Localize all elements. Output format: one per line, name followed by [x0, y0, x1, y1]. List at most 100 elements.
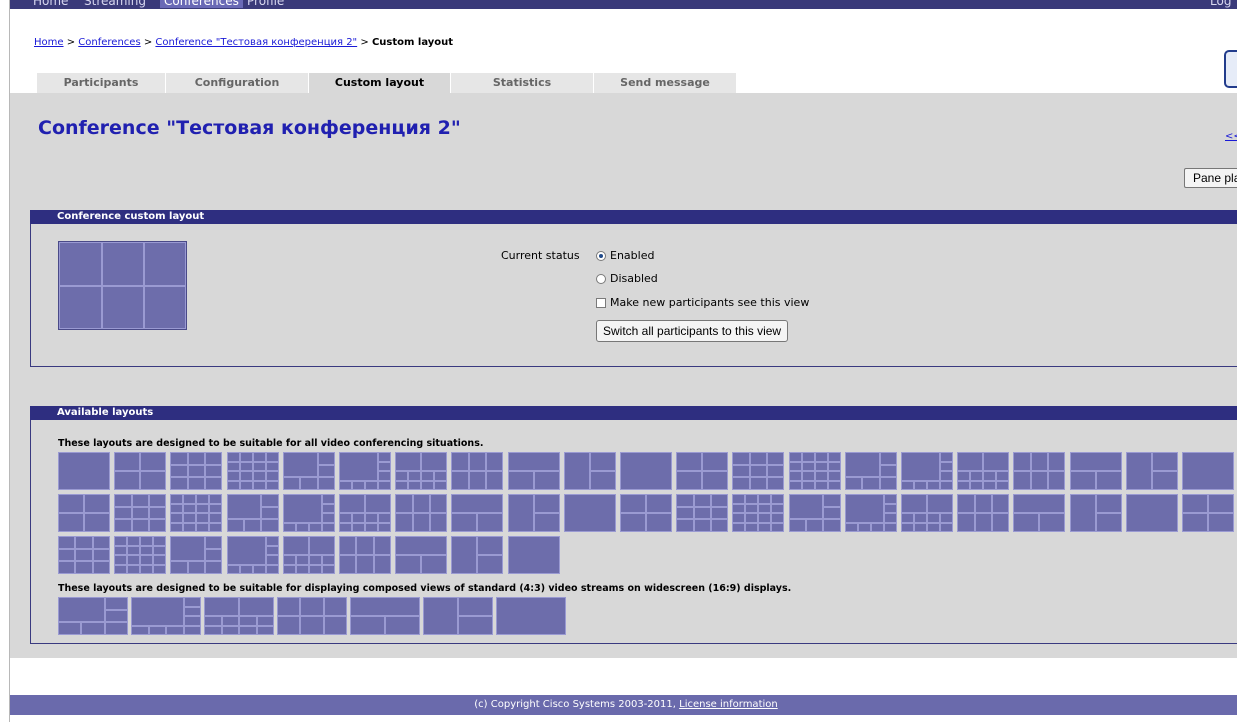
layout-thumbnail[interactable]	[496, 597, 566, 635]
status-disabled-option[interactable]: Disabled	[596, 272, 658, 285]
layout-thumbnail[interactable]	[58, 597, 128, 635]
layout-thumbnail[interactable]	[170, 536, 223, 574]
help-icon[interactable]	[1224, 50, 1237, 88]
layout-thumbnail[interactable]	[1013, 452, 1066, 490]
layout-thumbnail[interactable]	[563, 452, 616, 490]
layout-thumbnail[interactable]	[395, 452, 448, 490]
tab-configuration[interactable]: Configuration	[166, 73, 309, 93]
layout-thumbnail[interactable]	[204, 597, 274, 635]
layout-thumbnail[interactable]	[395, 536, 448, 574]
license-link[interactable]: License information	[679, 699, 778, 710]
layout-thumbnail[interactable]	[507, 494, 560, 532]
layout-thumbnail[interactable]	[620, 452, 672, 490]
nav-conferences[interactable]: Conferences	[160, 0, 243, 8]
breadcrumb-conference[interactable]: Conference "Тестовая конференция 2"	[155, 37, 357, 48]
nav-home[interactable]: Home	[33, 0, 68, 8]
layout-thumbnail[interactable]	[901, 494, 953, 532]
layout-thumbnail[interactable]	[339, 536, 391, 574]
layout-thumbnail[interactable]	[901, 452, 953, 490]
layout-thumbnail[interactable]	[282, 536, 335, 574]
layout-thumbnail[interactable]	[170, 452, 223, 490]
nav-streaming[interactable]: Streaming	[84, 0, 146, 8]
current-layout-preview[interactable]	[58, 241, 187, 330]
layout-thumbnail[interactable]	[732, 452, 785, 490]
layout-pane[interactable]	[144, 242, 186, 286]
breadcrumb-home[interactable]: Home	[34, 37, 64, 48]
disabled-radio[interactable]	[596, 274, 606, 284]
layout-thumbnail[interactable]	[451, 452, 504, 490]
switch-all-participants-button[interactable]: Switch all participants to this view	[596, 320, 789, 342]
layout-thumbnail[interactable]	[1182, 494, 1234, 532]
layout-pane[interactable]	[144, 286, 186, 329]
layout-thumbnail[interactable]	[1069, 494, 1122, 532]
layout-thumbnail[interactable]	[788, 452, 841, 490]
layout-pane	[901, 522, 914, 532]
layout-thumbnail[interactable]	[131, 597, 201, 635]
layout-thumbnail[interactable]	[451, 494, 504, 532]
layout-thumbnail[interactable]	[339, 494, 391, 532]
tab-custom-layout[interactable]: Custom layout	[309, 73, 451, 93]
layout-thumbnail[interactable]	[58, 494, 110, 532]
layout-thumbnail[interactable]	[58, 452, 110, 490]
layout-thumbnail[interactable]	[339, 452, 391, 490]
layout-thumbnail[interactable]	[277, 597, 347, 635]
new-participants-option[interactable]: Make new participants see this view	[596, 296, 809, 309]
layout-thumbnail[interactable]	[676, 494, 729, 532]
tab-participants[interactable]: Participants	[37, 73, 166, 93]
layout-thumbnail[interactable]	[1013, 494, 1066, 532]
layout-pane	[801, 452, 815, 462]
layout-thumbnail[interactable]	[226, 536, 279, 574]
layout-pane	[693, 494, 711, 507]
breadcrumb-conferences[interactable]: Conferences	[78, 37, 140, 48]
layout-pane	[378, 452, 391, 462]
layout-thumbnail[interactable]	[563, 494, 616, 532]
layout-thumbnail[interactable]	[844, 494, 897, 532]
logout-link[interactable]: Log ou	[1210, 0, 1237, 9]
layout-thumbnail[interactable]	[170, 494, 223, 532]
status-enabled-option[interactable]: Enabled	[596, 249, 654, 262]
layout-thumbnail[interactable]	[507, 536, 560, 574]
layout-thumbnail[interactable]	[957, 494, 1010, 532]
layout-pane	[1013, 513, 1040, 532]
layout-thumbnail[interactable]	[226, 494, 279, 532]
nav-profile[interactable]: Profile	[247, 0, 284, 8]
layout-thumbnail[interactable]	[451, 536, 504, 574]
layout-pane	[170, 561, 188, 574]
layout-thumbnail[interactable]	[423, 597, 493, 635]
layout-thumbnail[interactable]	[1125, 452, 1178, 490]
layout-pane	[421, 480, 435, 490]
layout-pane	[378, 461, 391, 471]
layout-thumbnail[interactable]	[507, 452, 560, 490]
layout-thumbnail[interactable]	[282, 452, 335, 490]
layout-thumbnail[interactable]	[58, 536, 110, 574]
layout-thumbnail[interactable]	[350, 597, 420, 635]
layout-pane[interactable]	[59, 242, 102, 286]
layout-thumbnail[interactable]	[620, 494, 672, 532]
layout-thumbnail[interactable]	[1069, 452, 1122, 490]
tab-statistics[interactable]: Statistics	[451, 73, 594, 93]
layout-pane[interactable]	[59, 286, 102, 329]
layout-pane	[823, 494, 841, 507]
layout-thumbnail[interactable]	[844, 452, 897, 490]
layout-pane[interactable]	[102, 242, 144, 286]
pane-placement-button[interactable]: Pane pla	[1184, 168, 1237, 188]
layout-pane	[226, 494, 262, 520]
layout-thumbnail[interactable]	[282, 494, 335, 532]
enabled-radio[interactable]	[596, 251, 606, 261]
layout-thumbnail[interactable]	[1125, 494, 1178, 532]
layout-thumbnail[interactable]	[732, 494, 785, 532]
layout-thumbnail[interactable]	[226, 452, 279, 490]
layout-thumbnail[interactable]	[114, 452, 167, 490]
layout-pane[interactable]	[102, 286, 144, 329]
layout-thumbnail[interactable]	[114, 536, 167, 574]
layout-thumbnail[interactable]	[676, 452, 729, 490]
new-participants-checkbox[interactable]	[596, 298, 606, 308]
layout-thumbnail[interactable]	[1182, 452, 1234, 490]
tab-send-message[interactable]: Send message	[594, 73, 737, 93]
layout-pane	[844, 477, 862, 490]
layout-thumbnail[interactable]	[395, 494, 448, 532]
layout-thumbnail[interactable]	[788, 494, 841, 532]
back-link[interactable]: <<	[1225, 131, 1237, 142]
layout-thumbnail[interactable]	[114, 494, 167, 532]
layout-thumbnail[interactable]	[957, 452, 1010, 490]
